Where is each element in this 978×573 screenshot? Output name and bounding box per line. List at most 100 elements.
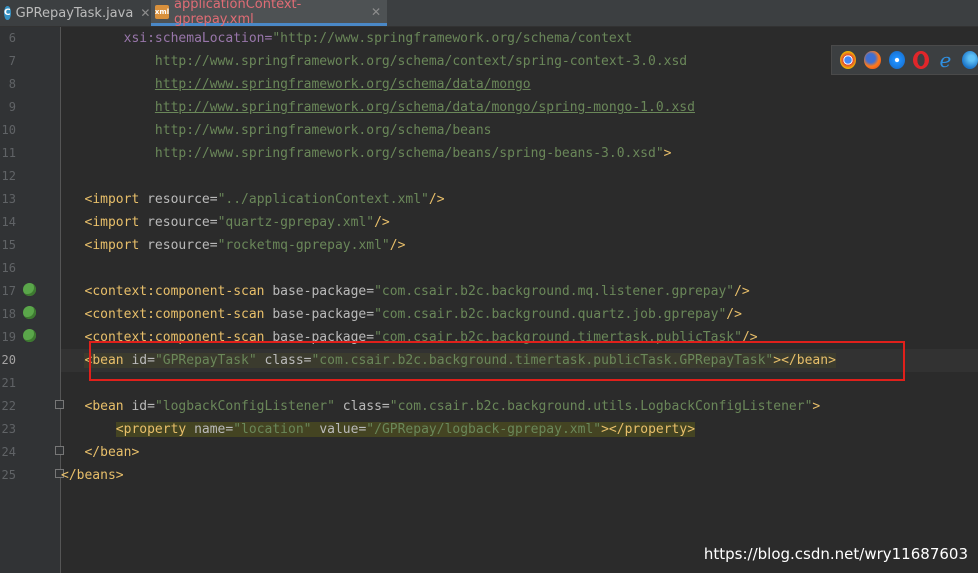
code-tag: context:component-scan (92, 307, 265, 322)
code-line-current: <bean id="GPRepayTask" class="com.csair.… (61, 349, 978, 372)
code-tag: beans (76, 468, 116, 483)
ie-icon[interactable]: e (937, 50, 953, 70)
code-tag: context:component-scan (92, 284, 265, 299)
java-class-icon: C (4, 6, 11, 20)
code-string: "com.csair.b2c.background.quartz.job.gpr… (374, 307, 727, 322)
line-number: 18 (1, 307, 16, 321)
code-attr: base-package= (272, 307, 375, 322)
line-number: 22 (1, 399, 16, 413)
code-attr: resource= (147, 215, 218, 230)
line-number: 6 (8, 31, 16, 45)
spring-bean-gutter-icon[interactable] (23, 283, 36, 296)
code-line: <context:component-scan base-package="co… (84, 307, 742, 322)
chrome-icon[interactable] (840, 51, 857, 69)
xml-file-icon: xml (155, 4, 169, 19)
code-attr: class= (264, 353, 312, 368)
code-string: "../applicationContext.xml" (217, 192, 429, 207)
line-number: 19 (1, 330, 16, 344)
code-line: http://www.springframework.org/schema/da… (61, 73, 978, 96)
code-line: </beans> (61, 468, 124, 483)
watermark: https://blog.csdn.net/wry11687603 (703, 545, 968, 563)
code-line: http://www.springframework.org/schema/be… (61, 119, 978, 142)
browser-preview-bar: e (831, 45, 978, 75)
code-tag: bean (100, 445, 132, 460)
code-string: "logbackConfigListener" (154, 399, 335, 414)
firefox-icon[interactable] (864, 51, 881, 69)
code-line: <bean id="logbackConfigListener" class="… (84, 399, 821, 414)
code-tag: property (123, 422, 187, 437)
code-line: http://www.springframework.org/schema/be… (154, 146, 672, 161)
line-number: 24 (1, 445, 16, 459)
code-string: "http://www.springframework.org/schema/c… (272, 31, 633, 46)
code-line: <import resource="rocketmq-gprepay.xml"/… (84, 238, 406, 253)
line-number: 14 (1, 215, 16, 229)
code-attr: base-package= (272, 284, 375, 299)
line-number: 21 (1, 376, 16, 390)
code-line: </bean> (84, 445, 140, 460)
code-attr: resource= (147, 192, 218, 207)
code-string: http://www.springframework.org/schema/be… (154, 146, 664, 161)
code-attr: base-package= (272, 330, 375, 345)
line-number: 9 (8, 100, 16, 114)
code-attr: xsi:schemaLocation= (123, 31, 273, 46)
line-number: 12 (1, 169, 16, 183)
spring-bean-gutter-icon[interactable] (23, 306, 36, 319)
code-attr: name= (194, 422, 234, 437)
editor-tab-bar: C GPRepayTask.java ✕ xml applicationCont… (0, 0, 978, 27)
code-string: "/GPRepay/logback-gprepay.xml" (366, 422, 602, 437)
code-string: http://www.springframework.org/schema/co… (154, 54, 688, 69)
close-icon[interactable]: ✕ (140, 6, 150, 20)
opera-icon[interactable] (912, 51, 930, 69)
line-number: 20 (1, 353, 16, 367)
code-tag: bean (92, 353, 124, 368)
line-number: 10 (1, 123, 16, 137)
code-line: <import resource="quartz-gprepay.xml"/> (84, 215, 390, 230)
tab-label: GPRepayTask.java (15, 5, 134, 21)
code-tag: import (92, 238, 140, 253)
spring-bean-gutter-icon[interactable] (23, 329, 36, 342)
edge-icon[interactable] (961, 51, 978, 69)
code-string: "com.csair.b2c.background.timertask.publ… (374, 330, 742, 345)
line-number-gutter: 6 7 8 9 10 11 12 13 14 15 16 17 18 19 20… (0, 27, 64, 573)
line-number: 8 (8, 77, 16, 91)
tab-gprepaytask-java[interactable]: C GPRepayTask.java ✕ (0, 0, 150, 26)
safari-icon[interactable] (888, 51, 905, 69)
code-attr: class= (342, 399, 390, 414)
tab-label: applicationContext-gprepay.xml (174, 0, 302, 27)
code-attr: id= (131, 353, 155, 368)
code-line: <context:component-scan base-package="co… (84, 330, 758, 345)
code-line: <import resource="../applicationContext.… (84, 192, 445, 207)
tab-applicationcontext-xml[interactable]: xml applicationContext-gprepay.xml ✕ (151, 0, 387, 27)
code-string: "com.csair.b2c.background.utils.LogbackC… (389, 399, 813, 414)
code-string: "com.csair.b2c.background.mq.listener.gp… (374, 284, 735, 299)
line-number: 15 (1, 238, 16, 252)
code-string: "quartz-gprepay.xml" (217, 215, 375, 230)
code-editor[interactable]: xsi:schemaLocation="http://www.springfra… (61, 27, 978, 573)
line-number: 7 (8, 54, 16, 68)
code-tag: import (92, 215, 140, 230)
line-number: 13 (1, 192, 16, 206)
code-string: "com.csair.b2c.background.timertask.publ… (311, 353, 774, 368)
code-string: "location" (233, 422, 312, 437)
line-number: 25 (1, 468, 16, 482)
code-tag: bean (796, 353, 829, 368)
code-tag: import (92, 192, 140, 207)
code-string: http://www.springframework.org/schema/be… (154, 123, 492, 138)
code-tag: bean (92, 399, 124, 414)
code-tag: context:component-scan (92, 330, 265, 345)
line-number: 11 (1, 146, 16, 160)
code-line: http://www.springframework.org/schema/da… (61, 96, 978, 119)
line-number: 16 (1, 261, 16, 275)
code-string: http://www.springframework.org/schema/da… (154, 77, 531, 92)
code-line: <property name="location" value="/GPRepa… (115, 422, 696, 437)
code-attr: value= (319, 422, 367, 437)
code-string: "rocketmq-gprepay.xml" (217, 238, 390, 253)
code-attr: resource= (147, 238, 218, 253)
line-number: 17 (1, 284, 16, 298)
code-line: <context:component-scan base-package="co… (84, 284, 750, 299)
code-tag: property (624, 422, 688, 437)
code-string: "GPRepayTask" (154, 353, 257, 368)
close-icon[interactable]: ✕ (371, 5, 381, 19)
line-number: 23 (1, 422, 16, 436)
code-string: http://www.springframework.org/schema/da… (154, 100, 695, 115)
